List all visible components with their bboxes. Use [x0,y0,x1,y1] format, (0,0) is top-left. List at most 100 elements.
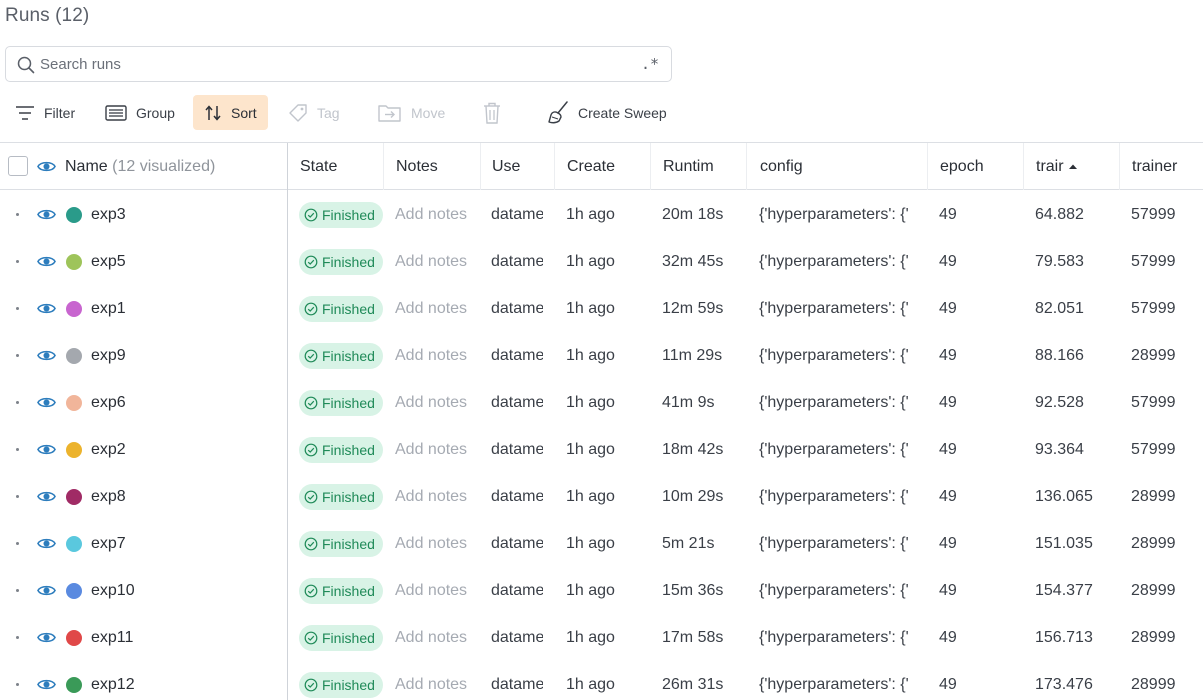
run-color-swatch[interactable] [66,442,82,458]
table-row[interactable]: exp8 Finished Add notes datame 1h ago 10m 29s… [0,473,1203,520]
column-separator[interactable] [1119,143,1120,190]
row-drag-handle[interactable] [16,260,19,263]
delete-button[interactable] [472,95,512,130]
column-header-trainer[interactable]: trainer [1132,143,1203,190]
table-row[interactable]: exp10 Finished Add notes datame 1h ago 15m 36… [0,567,1203,614]
column-separator[interactable] [650,143,651,190]
notes-cell[interactable]: Add notes [395,285,467,332]
column-separator[interactable] [1023,143,1024,190]
run-name[interactable]: exp3 [91,191,126,238]
tag-button[interactable]: Tag [277,95,351,130]
run-name[interactable]: exp6 [91,379,126,426]
column-header-name[interactable]: Name (12 visualized) [65,143,285,190]
run-name[interactable]: exp12 [91,661,135,700]
eye-icon[interactable] [37,393,56,412]
eye-icon[interactable] [37,252,56,271]
run-color-swatch[interactable] [66,489,82,505]
eye-icon[interactable] [37,534,56,553]
move-button[interactable]: Move [367,95,456,130]
row-drag-handle[interactable] [16,354,19,357]
row-drag-handle[interactable] [16,683,19,686]
notes-cell[interactable]: Add notes [395,567,467,614]
notes-cell[interactable]: Add notes [395,191,467,238]
table-row[interactable]: exp11 Finished Add notes datame 1h ago 17m 58… [0,614,1203,661]
table-row[interactable]: exp5 Finished Add notes datame 1h ago 32m 45s… [0,238,1203,285]
table-row[interactable]: exp7 Finished Add notes datame 1h ago 5m 21s {… [0,520,1203,567]
run-color-swatch[interactable] [66,301,82,317]
table-row[interactable]: exp2 Finished Add notes datame 1h ago 18m 42s… [0,426,1203,473]
sort-icon [205,104,221,121]
eye-icon[interactable] [37,440,56,459]
eye-icon[interactable] [37,346,56,365]
search-input[interactable] [40,53,630,76]
run-name[interactable]: exp2 [91,426,126,473]
run-name[interactable]: exp8 [91,473,126,520]
run-color-swatch[interactable] [66,536,82,552]
run-name[interactable]: exp10 [91,567,135,614]
notes-cell[interactable]: Add notes [395,520,467,567]
run-color-swatch[interactable] [66,348,82,364]
row-drag-handle[interactable] [16,401,19,404]
eye-icon[interactable] [37,628,56,647]
regex-toggle[interactable]: .* [641,55,659,73]
search-box[interactable]: .* [5,46,672,82]
notes-cell[interactable]: Add notes [395,661,467,700]
column-header-epoch[interactable]: epoch [940,143,1020,190]
create-sweep-button[interactable]: Create Sweep [536,95,678,130]
notes-cell[interactable]: Add notes [395,426,467,473]
eye-icon[interactable] [37,299,56,318]
row-drag-handle[interactable] [16,636,19,639]
eye-icon[interactable] [37,487,56,506]
notes-cell[interactable]: Add notes [395,473,467,520]
trainer-cell: 57999 [1131,299,1176,317]
table-row[interactable]: exp1 Finished Add notes datame 1h ago 12m 59s… [0,285,1203,332]
notes-cell[interactable]: Add notes [395,614,467,661]
column-header-config[interactable]: config [760,143,920,190]
eye-icon[interactable] [37,157,56,176]
column-header-runtime[interactable]: Runtim [663,143,713,190]
column-header-user[interactable]: Use [492,143,544,190]
group-button[interactable]: Group [94,95,186,130]
notes-cell[interactable]: Add notes [395,332,467,379]
run-name[interactable]: exp5 [91,238,126,285]
table-row[interactable]: exp6 Finished Add notes datame 1h ago 41m 9s {… [0,379,1203,426]
check-circle-icon [304,302,318,316]
table-row[interactable]: exp9 Finished Add notes datame 1h ago 11m 29s… [0,332,1203,379]
run-color-swatch[interactable] [66,207,82,223]
column-header-train[interactable]: trair [1036,143,1116,190]
column-separator[interactable] [746,143,747,190]
run-name[interactable]: exp9 [91,332,126,379]
column-header-state[interactable]: State [300,143,380,190]
run-name[interactable]: exp11 [91,614,133,661]
notes-cell[interactable]: Add notes [395,238,467,285]
run-name[interactable]: exp1 [91,285,126,332]
row-drag-handle[interactable] [16,542,19,545]
run-color-swatch[interactable] [66,395,82,411]
row-drag-handle[interactable] [16,307,19,310]
table-row[interactable]: exp3 Finished Add notes datame 1h ago 20m 18s… [0,191,1203,238]
row-drag-handle[interactable] [16,495,19,498]
column-separator[interactable] [554,143,555,190]
select-all-checkbox[interactable] [8,156,28,176]
run-color-swatch[interactable] [66,254,82,270]
filter-button[interactable]: Filter [4,95,86,130]
run-color-swatch[interactable] [66,677,82,693]
column-header-created[interactable]: Create [567,143,617,190]
column-separator[interactable] [480,143,481,190]
run-name[interactable]: exp7 [91,520,126,567]
run-color-swatch[interactable] [66,583,82,599]
eye-icon[interactable] [37,675,56,694]
column-separator[interactable] [927,143,928,190]
row-drag-handle[interactable] [16,589,19,592]
table-row[interactable]: exp12 Finished Add notes datame 1h ago 26m 31… [0,661,1203,700]
epoch-cell: 49 [939,675,957,693]
row-drag-handle[interactable] [16,213,19,216]
eye-icon[interactable] [37,205,56,224]
row-drag-handle[interactable] [16,448,19,451]
column-separator[interactable] [383,143,384,190]
run-color-swatch[interactable] [66,630,82,646]
eye-icon[interactable] [37,581,56,600]
notes-cell[interactable]: Add notes [395,379,467,426]
sort-button[interactable]: Sort [193,95,268,130]
column-header-notes[interactable]: Notes [396,143,476,190]
